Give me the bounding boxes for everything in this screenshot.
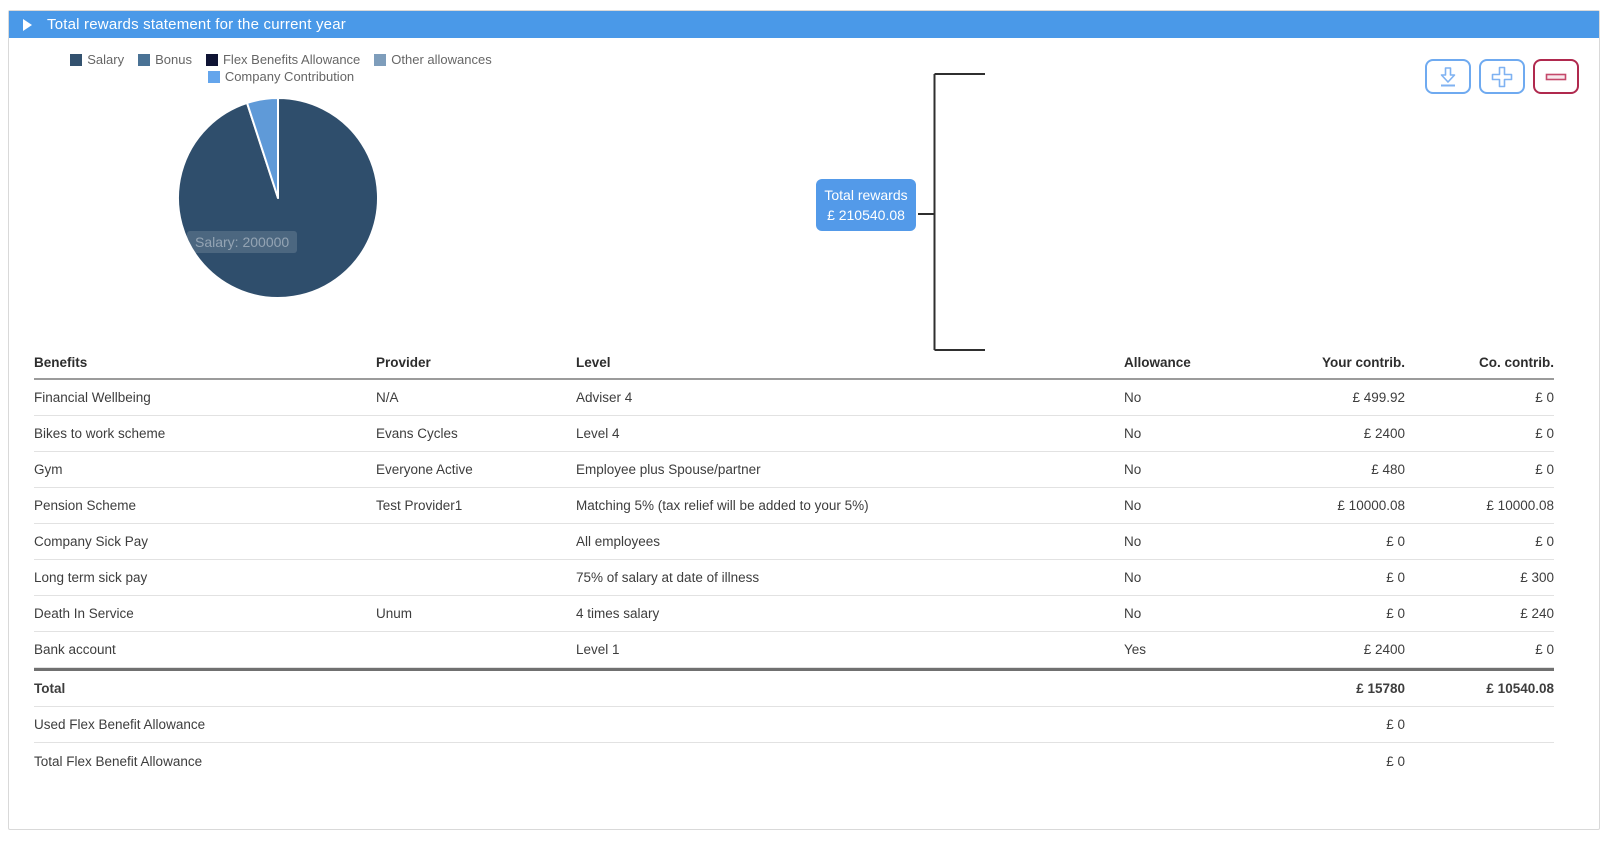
legend-item[interactable]: Flex Benefits Allowance [206, 52, 360, 67]
add-button[interactable] [1479, 59, 1525, 94]
legend-label: Other allowances [391, 52, 491, 67]
tree-node: Flex benefit allowance £ 0 [983, 173, 1139, 223]
tree-node-value: £ 0 [1052, 316, 1071, 336]
table-row: Financial Wellbeing N/A Adviser 4 No £ 4… [34, 380, 1554, 416]
legend-swatch-icon [208, 71, 220, 83]
tree-node-total-rewards: Total rewards £ 210540.08 [816, 179, 916, 231]
tree-node-label: Company contribution [995, 237, 1126, 257]
remove-button[interactable] [1533, 59, 1579, 94]
table-row: Total £ 15780 £ 10540.08 [34, 668, 1554, 707]
legend-label: Bonus [155, 52, 192, 67]
table-row: Bank account Level 1 Yes £ 2400 £ 0 [34, 632, 1554, 668]
table-body: Financial Wellbeing N/A Adviser 4 No £ 4… [34, 380, 1554, 668]
table-row: Bikes to work scheme Evans Cycles Level … [34, 416, 1554, 452]
download-button[interactable] [1425, 59, 1471, 94]
tree-node-label: Total salary [1027, 60, 1095, 80]
chart-toolbar [1425, 59, 1579, 94]
legend-item[interactable]: Other allowances [374, 52, 491, 67]
table-row: Used Flex Benefit Allowance £ 0 [34, 707, 1554, 743]
legend-label: Salary [87, 52, 124, 67]
tree-node: Other allowances £ 0 [983, 291, 1139, 341]
pie-chart [173, 93, 383, 303]
page-title: Total rewards statement for the current … [47, 16, 346, 33]
tree-node: Bonus £ 0 [983, 114, 1139, 164]
tree-node-label: Total rewards [824, 185, 907, 205]
tree-node-label: Flex benefit allowance [994, 178, 1128, 198]
plus-icon [1489, 65, 1515, 89]
section-header[interactable]: Total rewards statement for the current … [9, 11, 1599, 38]
tree-node: Company contribution £ 10540.08 [983, 232, 1139, 282]
tree-node: Total salary £ 200000 [983, 55, 1139, 105]
col-header-your-contrib: Your contrib. [1284, 355, 1405, 370]
legend-row-2: Company Contribution [208, 69, 354, 84]
download-icon [1435, 65, 1461, 89]
total-rewards-panel: Total rewards statement for the current … [8, 10, 1600, 830]
legend-row-1: Salary Bonus Flex Benefits Allowance Oth… [70, 52, 491, 67]
legend-swatch-icon [138, 54, 150, 66]
table-row: Pension Scheme Test Provider1 Matching 5… [34, 488, 1554, 524]
tree-node-value: £ 10540.08 [1027, 257, 1095, 277]
col-header-benefits: Benefits [34, 355, 376, 370]
table-header-row: Benefits Provider Level Allowance Your c… [34, 346, 1554, 380]
tree-node-label: Other allowances [1009, 296, 1113, 316]
table-row: Total Flex Benefit Allowance £ 0 [34, 743, 1554, 779]
legend-item[interactable]: Company Contribution [208, 69, 354, 84]
minus-icon [1543, 65, 1569, 89]
tree-children: Total salary £ 200000 Bonus £ 0 Flex ben… [983, 55, 1139, 341]
table-footer: Total £ 15780 £ 10540.08 Used Flex Benef… [34, 668, 1554, 779]
legend-item[interactable]: Bonus [138, 52, 192, 67]
legend-swatch-icon [206, 54, 218, 66]
table-row: Gym Everyone Active Employee plus Spouse… [34, 452, 1554, 488]
tree-node-value: £ 210540.08 [827, 205, 905, 225]
col-header-allowance: Allowance [1124, 355, 1284, 370]
legend-swatch-icon [374, 54, 386, 66]
tree-node-value: £ 0 [1052, 198, 1071, 218]
legend-label: Company Contribution [225, 69, 354, 84]
tree-node-value: £ 200000 [1033, 80, 1089, 100]
legend-item[interactable]: Salary [70, 52, 124, 67]
table-row: Company Sick Pay All employees No £ 0 £ … [34, 524, 1554, 560]
collapse-triangle-icon[interactable] [23, 19, 32, 31]
benefits-table: Benefits Provider Level Allowance Your c… [34, 346, 1554, 779]
table-row: Death In Service Unum 4 times salary No … [34, 596, 1554, 632]
col-header-provider: Provider [376, 355, 576, 370]
legend-label: Flex Benefits Allowance [223, 52, 360, 67]
legend-swatch-icon [70, 54, 82, 66]
tree-node-value: £ 0 [1052, 139, 1071, 159]
table-row: Long term sick pay 75% of salary at date… [34, 560, 1554, 596]
chart-legend: Salary Bonus Flex Benefits Allowance Oth… [61, 52, 501, 84]
tree-node-label: Bonus [1042, 119, 1080, 139]
col-header-level: Level [576, 355, 1124, 370]
col-header-co-contrib: Co. contrib. [1405, 355, 1554, 370]
